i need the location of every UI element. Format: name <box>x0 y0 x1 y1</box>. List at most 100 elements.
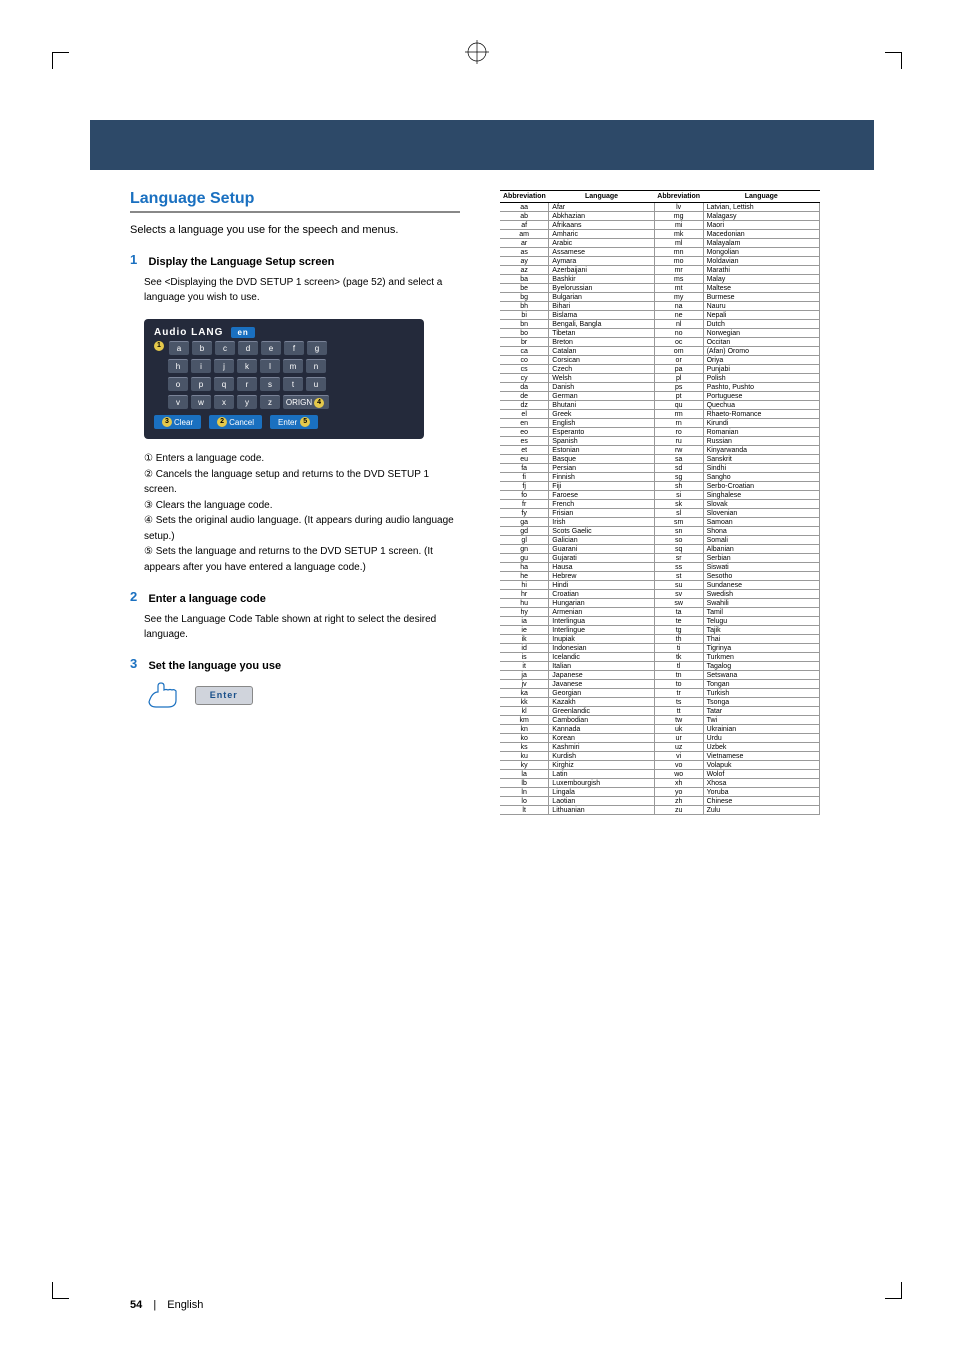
table-row: idIndonesiantiTigrinya <box>500 644 820 653</box>
table-row: ksKashmiriuzUzbek <box>500 743 820 752</box>
table-row: ikInupiakthThai <box>500 635 820 644</box>
table-row: hiHindisuSundanese <box>500 581 820 590</box>
key-m[interactable]: m <box>283 359 303 373</box>
key-t[interactable]: t <box>283 377 303 391</box>
table-row: knKannadaukUkrainian <box>500 725 820 734</box>
table-row: kuKurdishviVietnamese <box>500 752 820 761</box>
key-u[interactable]: u <box>306 377 326 391</box>
page-footer: 54 | English <box>130 1299 203 1311</box>
step-heading: Enter a language code <box>148 593 265 605</box>
key-ORIGN[interactable]: ORIGN4 <box>283 395 329 409</box>
table-row: huHungarianswSwahili <box>500 599 820 608</box>
key-o[interactable]: o <box>168 377 188 391</box>
table-row: dzBhutaniquQuechua <box>500 401 820 410</box>
table-row: asAssamesemnMongolian <box>500 248 820 257</box>
table-row: daDanishpsPashto, Pushto <box>500 383 820 392</box>
badge-3: 3 <box>162 417 172 427</box>
key-i[interactable]: i <box>191 359 211 373</box>
key-w[interactable]: w <box>191 395 211 409</box>
table-row: fyFrisianslSlovenian <box>500 509 820 518</box>
table-row: faPersiansdSindhi <box>500 464 820 473</box>
table-row: bnBengali, BanglanlDutch <box>500 320 820 329</box>
table-row: deGermanptPortuguese <box>500 392 820 401</box>
badge-1: 1 <box>154 341 164 351</box>
enter-button[interactable]: Enter5 <box>270 415 318 429</box>
crop-mark <box>885 1282 902 1299</box>
key-g[interactable]: g <box>307 341 327 355</box>
callout-item: ① Enters a language code. <box>144 451 460 467</box>
step-number: 1 <box>130 252 144 267</box>
table-row: hrCroatiansvSwedish <box>500 590 820 599</box>
table-row: frFrenchskSlovak <box>500 500 820 509</box>
table-row: loLaotianzhChinese <box>500 797 820 806</box>
table-row: abAbkhazianmgMalagasy <box>500 212 820 221</box>
key-f[interactable]: f <box>284 341 304 355</box>
key-z[interactable]: z <box>260 395 280 409</box>
key-k[interactable]: k <box>237 359 257 373</box>
badge-2: 2 <box>217 417 227 427</box>
table-row: gnGuaranisqAlbanian <box>500 545 820 554</box>
hand-pointer-icon <box>144 680 184 710</box>
table-row: coCorsicanorOriya <box>500 356 820 365</box>
table-header: Abbreviation <box>654 191 703 203</box>
callout-item: ③ Clears the language code. <box>144 498 460 514</box>
key-c[interactable]: c <box>215 341 235 355</box>
table-row: jaJapanesetnSetswana <box>500 671 820 680</box>
table-header: Language <box>549 191 654 203</box>
table-row: itItaliantlTagalog <box>500 662 820 671</box>
key-x[interactable]: x <box>214 395 234 409</box>
table-row: kmCambodiantwTwi <box>500 716 820 725</box>
key-v[interactable]: v <box>168 395 188 409</box>
step-3: 3 Set the language you use Enter <box>130 656 460 710</box>
table-row: aaAfarlvLatvian, Lettish <box>500 203 820 212</box>
key-r[interactable]: r <box>237 377 257 391</box>
key-n[interactable]: n <box>306 359 326 373</box>
divider: | <box>153 1299 156 1311</box>
crop-mark <box>52 1282 69 1299</box>
step-heading: Set the language you use <box>148 660 281 672</box>
key-y[interactable]: y <box>237 395 257 409</box>
key-h[interactable]: h <box>168 359 188 373</box>
step-2: 2 Enter a language code See the Language… <box>130 589 460 642</box>
page-number: 54 <box>130 1299 142 1311</box>
key-j[interactable]: j <box>214 359 234 373</box>
key-d[interactable]: d <box>238 341 258 355</box>
language-code-table: AbbreviationLanguageAbbreviationLanguage… <box>500 190 820 815</box>
clear-button[interactable]: 3Clear <box>154 415 201 429</box>
key-s[interactable]: s <box>260 377 280 391</box>
table-row: baBashkirmsMalay <box>500 275 820 284</box>
key-e[interactable]: e <box>261 341 281 355</box>
step-1: 1 Display the Language Setup screen See … <box>130 252 460 305</box>
table-row: bgBulgarianmyBurmese <box>500 293 820 302</box>
footer-lang: English <box>167 1299 203 1311</box>
table-row: fjFijishSerbo-Croatian <box>500 482 820 491</box>
table-row: kkKazakhtsTsonga <box>500 698 820 707</box>
table-row: euBasquesaSanskrit <box>500 455 820 464</box>
key-p[interactable]: p <box>191 377 211 391</box>
table-row: jvJavanesetoTongan <box>500 680 820 689</box>
table-row: etEstonianrwKinyarwanda <box>500 446 820 455</box>
table-row: glGaliciansoSomali <box>500 536 820 545</box>
table-row: boTibetannoNorwegian <box>500 329 820 338</box>
screen-title-text: Audio LANG <box>154 327 223 338</box>
table-row: esSpanishruRussian <box>500 437 820 446</box>
callout-item: ⑤ Sets the language and returns to the D… <box>144 544 460 575</box>
step-number: 3 <box>130 656 144 671</box>
table-row: haHausassSiswati <box>500 563 820 572</box>
key-a[interactable]: a <box>169 341 189 355</box>
badge-4: 4 <box>314 398 324 408</box>
table-row: koKoreanurUrdu <box>500 734 820 743</box>
key-b[interactable]: b <box>192 341 212 355</box>
table-row: afAfrikaansmiMaori <box>500 221 820 230</box>
screen-bottom-row: 3Clear 2Cancel Enter5 <box>154 415 414 429</box>
key-q[interactable]: q <box>214 377 234 391</box>
callout-list: ① Enters a language code.② Cancels the l… <box>144 451 460 575</box>
cancel-button[interactable]: 2Cancel <box>209 415 262 429</box>
key-l[interactable]: l <box>260 359 280 373</box>
table-row: biBislamaneNepali <box>500 311 820 320</box>
step-body: See <Displaying the DVD SETUP 1 screen> … <box>144 276 460 305</box>
section-title: Language Setup <box>130 190 460 213</box>
enter-soft-button[interactable]: Enter <box>195 686 253 705</box>
table-row: iaInterlinguateTelugu <box>500 617 820 626</box>
table-row: bhBiharinaNauru <box>500 302 820 311</box>
